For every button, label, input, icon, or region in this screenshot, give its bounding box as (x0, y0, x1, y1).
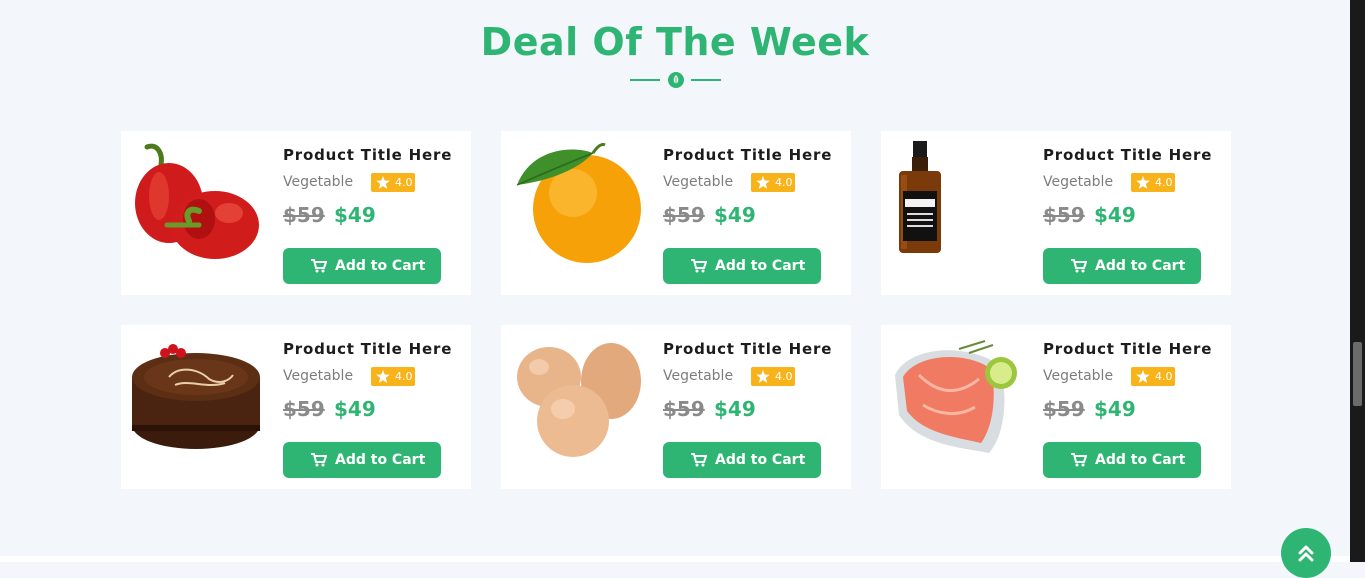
product-title[interactable]: Product Title Here (663, 340, 832, 358)
salmon-steak-image[interactable] (889, 335, 1023, 459)
cart-icon (311, 453, 327, 467)
product-category: Vegetable (1043, 368, 1114, 384)
rating-value: 4.0 (1155, 176, 1173, 189)
add-to-cart-button[interactable]: Add to Cart (1043, 442, 1201, 478)
chocolate-birthday-cake-image[interactable] (129, 335, 263, 459)
star-icon (1136, 176, 1150, 189)
product-category: Vegetable (1043, 174, 1114, 190)
product-title[interactable]: Product Title Here (1043, 340, 1212, 358)
old-price: $59 (1043, 397, 1085, 421)
cart-icon (311, 259, 327, 273)
product-category: Vegetable (283, 368, 354, 384)
rating-badge: 4.0 (1131, 367, 1175, 386)
add-to-cart-label: Add to Cart (335, 452, 426, 468)
product-category: Vegetable (663, 174, 734, 190)
footer-strip (0, 556, 1350, 562)
add-to-cart-button[interactable]: Add to Cart (1043, 248, 1201, 284)
title-divider (630, 70, 721, 90)
sale-price: $49 (334, 203, 376, 227)
rating-badge: 4.0 (371, 173, 415, 192)
star-icon (756, 176, 770, 189)
product-card: Product Title Here Vegetable 4.0 $59 $49… (881, 131, 1231, 295)
rating-badge: 4.0 (751, 367, 795, 386)
product-card: Product Title Here Vegetable 4.0 $59 $49… (501, 325, 851, 489)
product-title[interactable]: Product Title Here (663, 146, 832, 164)
add-to-cart-button[interactable]: Add to Cart (283, 248, 441, 284)
product-title[interactable]: Product Title Here (283, 146, 452, 164)
sale-price: $49 (714, 203, 756, 227)
add-to-cart-label: Add to Cart (715, 452, 806, 468)
rating-value: 4.0 (395, 176, 413, 189)
product-card: Product Title Here Vegetable 4.0 $59 $49… (881, 325, 1231, 489)
orange-fruit-image[interactable] (509, 141, 643, 265)
old-price: $59 (283, 397, 325, 421)
rating-badge: 4.0 (371, 367, 415, 386)
cart-icon (1071, 453, 1087, 467)
product-category: Vegetable (663, 368, 734, 384)
rating-value: 4.0 (775, 370, 793, 383)
add-to-cart-label: Add to Cart (1095, 452, 1186, 468)
add-to-cart-label: Add to Cart (335, 258, 426, 274)
add-to-cart-label: Add to Cart (715, 258, 806, 274)
old-price: $59 (1043, 203, 1085, 227)
add-to-cart-label: Add to Cart (1095, 258, 1186, 274)
leaf-icon (668, 72, 684, 88)
sale-price: $49 (714, 397, 756, 421)
product-card: Product Title Here Vegetable 4.0 $59 $49… (121, 325, 471, 489)
scrollbar-thumb[interactable] (1353, 342, 1362, 406)
product-title[interactable]: Product Title Here (283, 340, 452, 358)
cart-icon (691, 259, 707, 273)
section-title: Deal Of The Week (480, 20, 870, 64)
old-price: $59 (283, 203, 325, 227)
sale-price: $49 (1094, 397, 1136, 421)
rating-badge: 4.0 (751, 173, 795, 192)
add-to-cart-button[interactable]: Add to Cart (663, 248, 821, 284)
rating-value: 4.0 (1155, 370, 1173, 383)
star-icon (1136, 370, 1150, 383)
rating-value: 4.0 (395, 370, 413, 383)
red-bell-pepper-image[interactable] (129, 141, 263, 265)
old-price: $59 (663, 203, 705, 227)
star-icon (376, 176, 390, 189)
product-card: Product Title Here Vegetable 4.0 $59 $49… (121, 131, 471, 295)
double-chevron-up-icon (1298, 545, 1314, 562)
whiskey-bottle-image[interactable] (889, 141, 1023, 265)
rating-value: 4.0 (775, 176, 793, 189)
product-grid: Product Title Here Vegetable 4.0 $59 $49… (121, 131, 1231, 491)
eggs-image[interactable] (509, 335, 643, 459)
product-category: Vegetable (283, 174, 354, 190)
cart-icon (691, 453, 707, 467)
add-to-cart-button[interactable]: Add to Cart (663, 442, 821, 478)
product-title[interactable]: Product Title Here (1043, 146, 1212, 164)
cart-icon (1071, 259, 1087, 273)
old-price: $59 (663, 397, 705, 421)
window-scrollbar[interactable] (1350, 0, 1365, 562)
sale-price: $49 (334, 397, 376, 421)
product-card: Product Title Here Vegetable 4.0 $59 $49… (501, 131, 851, 295)
add-to-cart-button[interactable]: Add to Cart (283, 442, 441, 478)
rating-badge: 4.0 (1131, 173, 1175, 192)
star-icon (756, 370, 770, 383)
star-icon (376, 370, 390, 383)
sale-price: $49 (1094, 203, 1136, 227)
deal-of-the-week-section: Deal Of The Week Product Title Here Vege… (0, 0, 1350, 556)
scroll-to-top-button[interactable] (1281, 528, 1331, 578)
